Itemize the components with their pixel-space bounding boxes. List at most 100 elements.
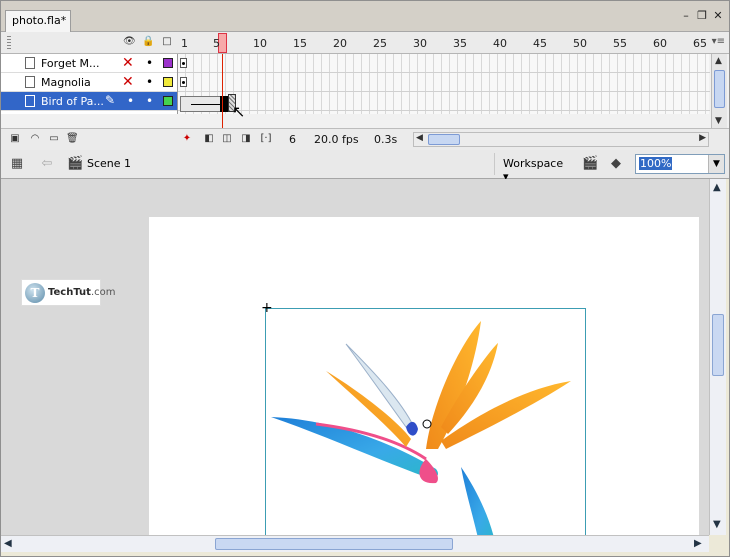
ruler-frame-number: 15 (293, 37, 307, 50)
flash-authoring-window: photo.fla* – ❐ ✕ 👁 🔒 □ 1 5 10 15 20 25 30 35 40 4… (0, 0, 730, 557)
current-frame-readout: 6 (289, 133, 296, 146)
keyframe[interactable] (180, 77, 187, 87)
hidden-x-icon[interactable]: ✕ (122, 74, 134, 90)
ruler-frame-number: 35 (453, 37, 467, 50)
layer-name: Forget M... (41, 57, 100, 70)
center-frame-icon[interactable]: ✦ (181, 133, 193, 145)
ruler-frame-number: 20 (333, 37, 347, 50)
edit-bar: ▦ ⇦ 🎬 Scene 1 Workspace ▾ 🎬 ◆ 100% ▼ (1, 150, 729, 183)
lock-dot[interactable]: • (146, 75, 153, 89)
logo-mark: T (25, 283, 45, 303)
delete-layer-icon[interactable]: 🗑 (66, 133, 79, 145)
layer-color-swatch[interactable] (163, 96, 173, 106)
ruler-frame-number: 45 (533, 37, 547, 50)
timeline-header: 👁 🔒 □ 1 5 10 15 20 25 30 35 40 45 50 55 60 65 ▾≡ (1, 32, 729, 54)
layer-icon (25, 95, 35, 107)
scroll-left-icon[interactable]: ◀ (416, 133, 423, 143)
ruler-frame-number: 5 (213, 37, 220, 50)
edit-symbols-icon[interactable]: ◆ (608, 156, 624, 172)
lock-icon[interactable]: 🔒 (142, 36, 154, 48)
edit-multiple-frames-icon[interactable]: ◨ (240, 133, 252, 145)
back-arrow-icon[interactable]: ⇦ (39, 156, 55, 172)
modify-onion-markers-icon[interactable]: [·] (260, 133, 272, 145)
restore-icon[interactable]: ❐ (697, 10, 707, 22)
ruler-frame-number: 30 (413, 37, 427, 50)
timeline-vertical-scrollbar[interactable]: ▲ ▼ (711, 54, 727, 131)
keyframe[interactable] (180, 58, 187, 68)
flower-illustration (271, 321, 571, 535)
cursor-arrow-icon: ↖ (232, 102, 246, 121)
stage-vertical-scrollbar[interactable]: ▲ ▼ (709, 179, 726, 535)
layer-icon (25, 57, 35, 69)
ruler-frame-number: 65 (693, 37, 707, 50)
ruler-frame-number: 55 (613, 37, 627, 50)
ruler-frame-number: 10 (253, 37, 267, 50)
document-tab[interactable]: photo.fla* (5, 10, 71, 32)
frame-row[interactable] (178, 54, 710, 73)
scene-clapper-icon: 🎬 (67, 156, 84, 171)
ruler-frame-number: 1 (181, 37, 188, 50)
hidden-x-icon[interactable]: ✕ (122, 55, 134, 71)
frame-rate-readout[interactable]: 20.0 fps (314, 133, 359, 146)
stage-pasteboard[interactable]: T TechTut.com + (1, 179, 709, 535)
ruler-frame-number: 40 (493, 37, 507, 50)
insert-layer-icon[interactable]: ▣ (9, 133, 21, 145)
timeline-horizontal-scrollbar[interactable]: ◀ ▶ (413, 132, 709, 147)
scroll-left-icon[interactable]: ◀ (4, 538, 12, 549)
zoom-value[interactable]: 100% (639, 157, 673, 170)
layer-color-swatch[interactable] (163, 77, 173, 87)
onion-outlines-icon[interactable]: ◫ (221, 133, 233, 145)
layer-row-bird-of-paradise[interactable]: Bird of Pa... ✎ • • (1, 92, 177, 111)
layer-list: Forget M... ✕ • Magnolia ✕ • Bird of Pa.… (1, 54, 177, 114)
frame-row[interactable] (178, 92, 710, 111)
insert-folder-icon[interactable]: ▭ (48, 133, 60, 145)
scroll-down-icon[interactable]: ▼ (715, 116, 722, 126)
eye-icon[interactable]: 👁 (123, 36, 136, 48)
scrollbar-corner (709, 535, 726, 552)
panel-grip[interactable] (7, 36, 11, 50)
scroll-thumb[interactable] (428, 134, 460, 145)
registration-crosshair-icon: + (261, 300, 273, 316)
ruler-frame-number: 60 (653, 37, 667, 50)
scroll-thumb[interactable] (215, 538, 453, 550)
ruler-frame-number: 25 (373, 37, 387, 50)
window-controls: – ❐ ✕ (681, 10, 723, 22)
scroll-up-icon[interactable]: ▲ (715, 56, 722, 66)
scroll-up-icon[interactable]: ▲ (713, 182, 721, 193)
timeline-menu-icon[interactable]: ▾≡ (712, 36, 725, 47)
layer-color-swatch[interactable] (163, 58, 173, 68)
minimize-icon[interactable]: – (681, 10, 691, 22)
zoom-combobox[interactable]: 100% ▼ (635, 154, 725, 174)
scroll-down-icon[interactable]: ▼ (713, 519, 721, 530)
stage-horizontal-scrollbar[interactable]: ◀ ▶ (1, 535, 709, 552)
timeline-panel: 👁 🔒 □ 1 5 10 15 20 25 30 35 40 45 50 55 60 65 ▾≡ Forg… (1, 32, 729, 150)
scene-name: Scene 1 (87, 157, 132, 170)
scroll-right-icon[interactable]: ▶ (699, 133, 706, 143)
layer-row-magnolia[interactable]: Magnolia ✕ • (1, 73, 177, 92)
outline-icon[interactable]: □ (161, 36, 173, 48)
ruler-frame-number: 50 (573, 37, 587, 50)
timeline-status-bar: ▣ ◠ ▭ 🗑 ✦ ◧ ◫ ◨ [·] 6 20.0 fps 0.3s ◀ ▶ (1, 128, 729, 150)
scroll-thumb[interactable] (714, 70, 725, 108)
lock-dot[interactable]: • (146, 56, 153, 70)
pencil-icon: ✎ (105, 93, 116, 107)
logo-text: TechTut.com (48, 287, 116, 298)
scroll-thumb[interactable] (712, 314, 724, 376)
timeline-toggle-icon[interactable]: ▦ (9, 156, 25, 172)
scroll-right-icon[interactable]: ▶ (694, 538, 702, 549)
edit-scene-icon[interactable]: 🎬 (582, 156, 598, 172)
layer-name: Bird of Pa... (41, 95, 104, 108)
chevron-down-icon[interactable]: ▼ (708, 155, 724, 173)
elapsed-time-readout: 0.3s (374, 133, 398, 146)
document-tab-bar: photo.fla* – ❐ ✕ (1, 1, 729, 32)
frame-grid[interactable]: ↖ (177, 54, 710, 121)
close-icon[interactable]: ✕ (713, 10, 723, 22)
workspace-menu[interactable]: Workspace ▾ (494, 153, 572, 183)
bird-of-paradise-bitmap[interactable] (265, 308, 586, 535)
frame-row[interactable] (178, 73, 710, 92)
onion-skin-icon[interactable]: ◧ (203, 133, 215, 145)
add-motion-guide-icon[interactable]: ◠ (29, 133, 41, 145)
layer-row-forget-me-not[interactable]: Forget M... ✕ • (1, 54, 177, 73)
visibility-dot[interactable]: • (127, 94, 134, 108)
lock-dot[interactable]: • (146, 94, 153, 108)
